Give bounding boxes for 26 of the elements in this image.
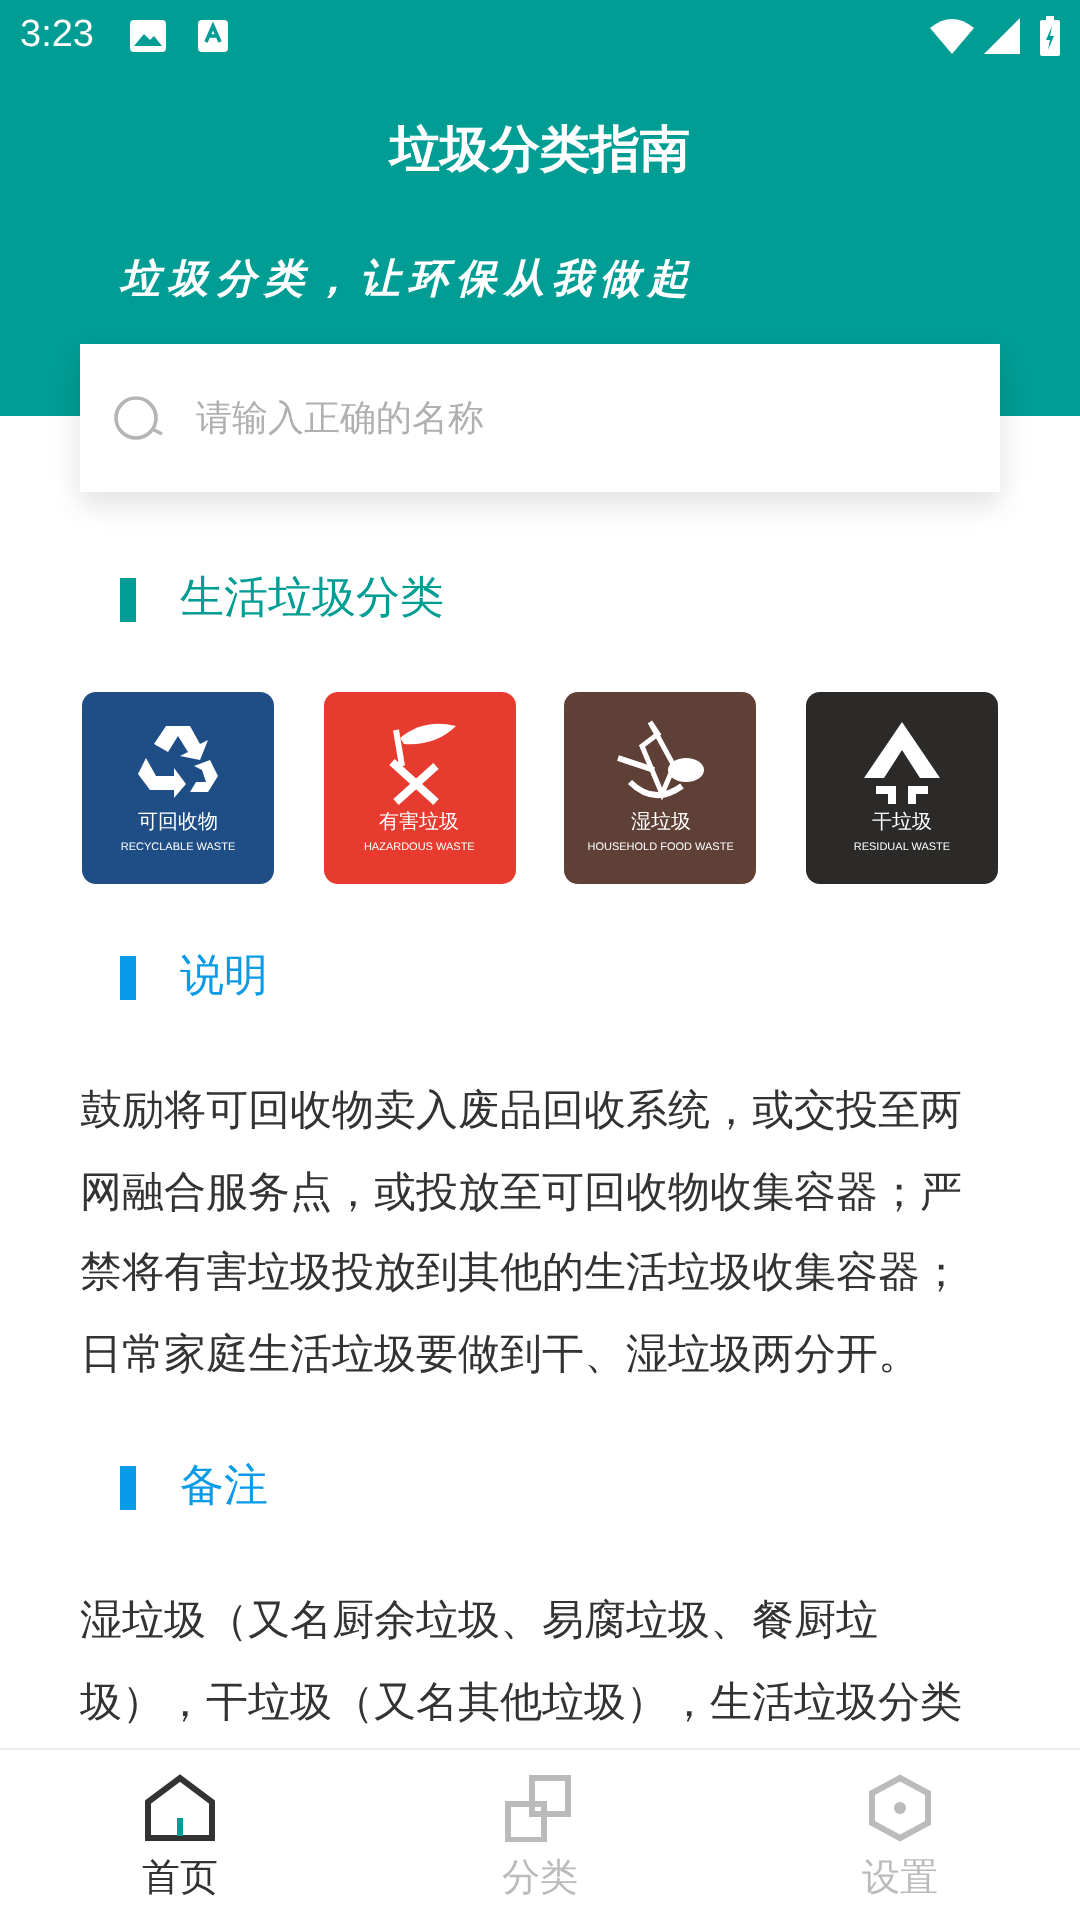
search-input[interactable]: 请输入正确的名称 [196, 391, 968, 445]
squares-icon [504, 1774, 576, 1842]
app-title: 垃圾分类指南 [386, 118, 692, 182]
category-name: 干垃圾 [871, 812, 932, 836]
paragraph: 湿垃圾（又名厨余垃圾、易腐垃圾、餐厨垃圾），干垃圾（又名其他垃圾），生活垃圾分类 [80, 1594, 964, 1729]
signal-icon [984, 18, 1020, 54]
search-field[interactable]: 请输入正确的名称 [80, 344, 1000, 492]
image-icon [129, 20, 166, 52]
category-name: 有害垃圾 [379, 812, 460, 836]
font-icon [197, 20, 228, 52]
nav-tab[interactable]: 首页 [0, 1750, 360, 1920]
status-time: 3:23 [20, 11, 94, 60]
battery-icon [1040, 16, 1060, 56]
home-icon [144, 1774, 216, 1842]
settings-icon [866, 1774, 934, 1842]
wifi-icon [930, 18, 974, 54]
section-heading: 生活垃圾分类 [180, 572, 444, 628]
section-heading: 备注 [180, 1460, 268, 1516]
paragraph: 鼓励将可回收物卖入废品回收系统，或交投至两网融合服务点，或投放至可回收物收集容器；严禁将有害垃圾投放到其他的生活垃圾收集容器；日常家庭生活垃圾要做到干、湿垃圾两分开。 [80, 1084, 964, 1381]
section-heading: 说明 [180, 950, 268, 1006]
category-name: 湿垃圾 [630, 812, 691, 836]
category-name: 可回收物 [138, 812, 218, 836]
slogan: 垃圾分类，让环保从我做起 [120, 251, 698, 305]
search-icon [112, 394, 168, 442]
triangle-arrows-icon [859, 718, 944, 806]
recycle-icon [134, 722, 222, 802]
